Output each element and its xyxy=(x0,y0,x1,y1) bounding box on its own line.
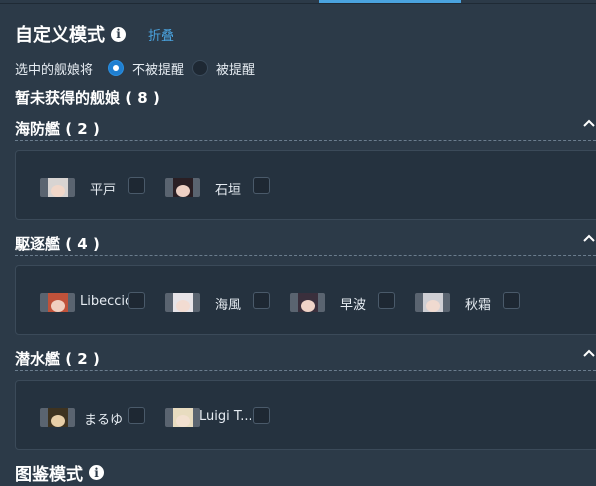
ship-name: 早波 xyxy=(340,298,367,313)
chevron-up-icon[interactable] xyxy=(582,116,596,130)
ship-checkbox[interactable] xyxy=(128,292,145,309)
ship-avatar xyxy=(40,177,75,197)
ship-checkbox[interactable] xyxy=(378,292,395,309)
ship-avatar xyxy=(40,292,75,312)
ship-checkbox[interactable] xyxy=(128,177,145,194)
group-header-kaibokan[interactable]: 海防艦 ( 2 ) xyxy=(15,116,596,141)
ship-item: 早波 xyxy=(290,292,395,313)
ship-name: 石垣 xyxy=(215,183,242,198)
ship-name: まるゆ xyxy=(84,413,124,428)
ship-avatar xyxy=(415,292,450,312)
ship-item: 平戸 xyxy=(40,177,145,198)
ship-item: まるゆ xyxy=(40,407,145,428)
ship-name: 海風 xyxy=(215,298,242,313)
ship-item: Luigi T... xyxy=(165,407,270,427)
ship-avatar xyxy=(165,177,200,197)
archive-mode-title: 图鉴模式 xyxy=(15,465,83,485)
ship-item: 石垣 xyxy=(165,177,270,198)
ship-item: 秋霜 xyxy=(415,292,520,313)
ship-name: 平戸 xyxy=(90,183,117,198)
group-header-sensuikan[interactable]: 潜水艦 ( 2 ) xyxy=(15,346,596,371)
selection-label: 选中的舰娘将 xyxy=(15,62,94,78)
reminder-option-row: 选中的舰娘将 不被提醒 被提醒 xyxy=(15,58,255,78)
ship-checkbox[interactable] xyxy=(503,292,520,309)
radio-no-remind[interactable] xyxy=(108,60,125,76)
ship-checkbox[interactable] xyxy=(128,407,145,424)
ship-item: Libeccio xyxy=(40,292,145,312)
group-header-kuchikukan[interactable]: 駆逐艦 ( 4 ) xyxy=(15,231,596,256)
group-title: 駆逐艦 ( 4 ) xyxy=(15,235,100,253)
ship-item: 海風 xyxy=(165,292,270,313)
group-title: 潜水艦 ( 2 ) xyxy=(15,350,100,368)
ship-name: 秋霜 xyxy=(465,298,492,313)
ship-avatar xyxy=(165,292,200,312)
info-icon[interactable]: i xyxy=(89,465,104,480)
ship-checkbox[interactable] xyxy=(253,292,270,309)
missing-ships-title: 暂未获得的舰娘 ( 8 ) xyxy=(15,89,160,107)
ship-avatar xyxy=(290,292,325,312)
ship-group-panel: まるゆ Luigi T... xyxy=(15,380,596,450)
top-divider xyxy=(0,3,596,4)
radio-remind[interactable] xyxy=(192,60,209,76)
ship-avatar xyxy=(165,407,200,427)
chevron-up-icon[interactable] xyxy=(582,231,596,245)
chevron-up-icon[interactable] xyxy=(582,346,596,360)
ship-checkbox[interactable] xyxy=(253,407,270,424)
ship-group-panel: Libeccio 海風 早波 秋霜 xyxy=(15,265,596,335)
radio-no-remind-label[interactable]: 不被提醒 xyxy=(132,59,184,78)
custom-mode-title: 自定义模式 xyxy=(15,25,105,46)
ship-name: Libeccio xyxy=(80,294,133,309)
archive-mode-header: 图鉴模式 i xyxy=(15,460,104,485)
ship-name: Luigi T... xyxy=(199,409,251,424)
ship-group-panel: 平戸 石垣 xyxy=(15,150,596,220)
custom-mode-header: 自定义模式 i 折叠 xyxy=(15,22,174,46)
group-title: 海防艦 ( 2 ) xyxy=(15,120,100,138)
ship-avatar xyxy=(40,407,75,427)
info-icon[interactable]: i xyxy=(111,26,126,42)
ship-checkbox[interactable] xyxy=(253,177,270,194)
collapse-link[interactable]: 折叠 xyxy=(148,25,174,44)
radio-remind-label[interactable]: 被提醒 xyxy=(216,59,255,78)
